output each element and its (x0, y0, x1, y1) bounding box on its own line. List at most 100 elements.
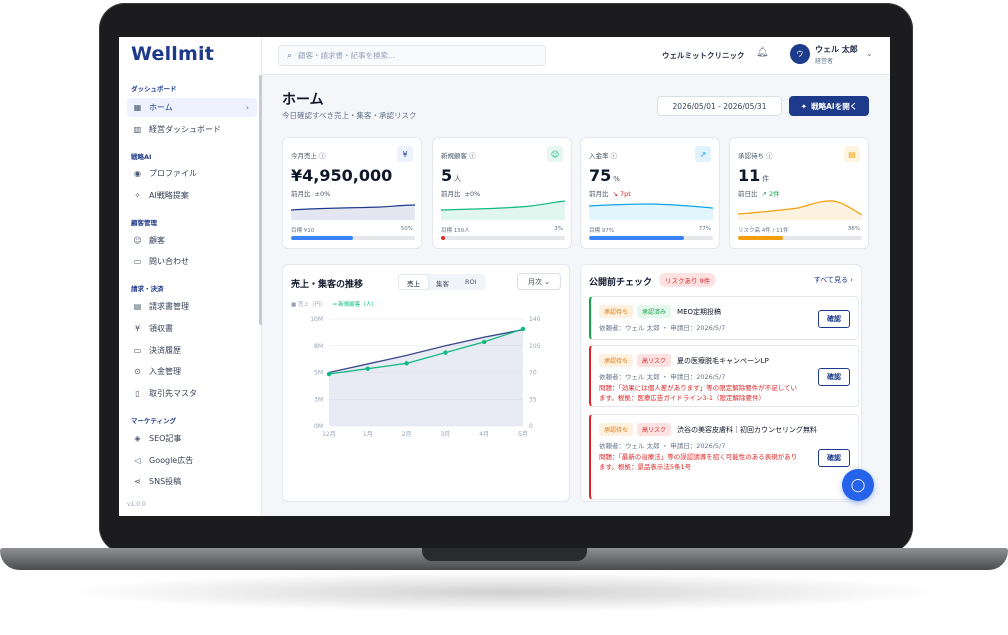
chevron-down-icon[interactable]: ⌄ (866, 49, 873, 58)
y-left-tick-label: 5M (314, 370, 323, 377)
kpi-progress-bar (441, 236, 565, 240)
trend-up-icon: ↗ (695, 146, 711, 162)
sidebar-item-seo[interactable]: ◈ SEO記事 (127, 429, 257, 448)
kpi-percent: 77% (698, 226, 711, 232)
sidebar-item-exec-dashboard[interactable]: ▥ 経営ダッシュボード (127, 120, 257, 139)
kpi-card[interactable]: 新規顧客 ⓘ ☺ 5人 前月比 ±0% 目標 150人 3% (432, 137, 572, 249)
tab-roi[interactable]: ROI (457, 275, 485, 289)
sidebar-item-google-ads[interactable]: ◁ Google広告 (127, 451, 257, 470)
section-ai: 戦略AI (131, 153, 152, 161)
page-title: ホーム (282, 92, 324, 108)
search-placeholder: 顧客・請求書・記事を検索… (298, 51, 396, 60)
sidebar-item-customers[interactable]: ☺ 顧客 (127, 231, 257, 250)
confirm-button[interactable]: 確認 (818, 368, 850, 386)
open-ai-button[interactable]: ✦ 戦略AIを開く (789, 96, 869, 116)
sidebar-item-payment-history[interactable]: ▭ 決済履歴 (127, 341, 257, 360)
kpi-card[interactable]: 入金率 ⓘ ↗ 75% 前月比 ↘ 7pt 目標 97% 77% (580, 137, 720, 249)
kpi-goal: リスク高 4件 / 11件 (738, 228, 789, 234)
sidebar-item-sns[interactable]: ⋖ SNS投稿 (127, 472, 257, 491)
tab-customers[interactable]: 集客 (428, 275, 457, 289)
customers-point (443, 350, 448, 355)
review-item[interactable]: 承認待ち 高リスク 渋谷の美容皮膚科｜初回カウンセリング無料 依頼者：ウェル 太郎 … (589, 414, 859, 500)
x-tick-label: 3月 (440, 431, 450, 438)
review-item[interactable]: 承認待ち 高リスク 夏の医療脱毛キャンペーンLP 依頼者：ウェル 太郎 ・ 申請日：… (589, 345, 859, 407)
review-item-meta: 依頼者：ウェル 太郎 ・ 申請日：2026/5/7 (599, 373, 726, 381)
kpi-value: 75% (589, 166, 620, 185)
y-right-tick-label: 70 (529, 370, 537, 377)
user-name[interactable]: ウェル 太郎 (815, 44, 858, 55)
section-customer: 顧客管理 (131, 219, 157, 227)
status-badge: 承認待ち (599, 423, 634, 436)
logo[interactable]: Wellmit (131, 43, 214, 65)
legend-customers: ━ 新規顧客（人） (333, 302, 377, 308)
sidebar-item-label: 領収書 (149, 324, 173, 333)
chat-button[interactable]: ◯ (842, 469, 874, 501)
y-right-tick-label: 105 (529, 343, 541, 350)
view-all-link[interactable]: すべて見る › (814, 275, 853, 285)
sidebar-item-label: ホーム (149, 103, 173, 112)
confirm-button[interactable]: 確認 (818, 449, 850, 467)
kpi-label: 入金率 ⓘ (589, 152, 618, 160)
chart-legend: ■ 売上（円） ━ 新規顧客（人） (291, 300, 377, 308)
kpi-card[interactable]: 承認待ち ⓘ ▤ 11 件 前日比 ↗ 2件 リスク高 4件 / 11件 36% (729, 137, 869, 249)
sidebar-item-deposits[interactable]: ⊙ 入金管理 (127, 362, 257, 381)
y-right-tick-label: 140 (529, 316, 541, 323)
y-right-tick-label: 0 (529, 423, 533, 430)
sidebar-item-label: SEO記事 (149, 434, 182, 443)
deposit-icon: ⊙ (134, 367, 141, 376)
search-icon: ⌕ (287, 50, 293, 61)
review-tags: 承認待ち 高リスク 夏の医療脱毛キャンペーンLP (599, 354, 769, 367)
sales-trend-chart: 10M 140 8M 105 5M 70 3M 35 0M 0 12月 1月 2月 3月 4月 5月 (310, 316, 541, 438)
kpi-label: 新規顧客 ⓘ (441, 152, 476, 160)
x-tick-label: 1月 (363, 431, 373, 438)
review-item[interactable]: 承認待ち 承認済み MEO定期投稿 依頼者：ウェル 太郎 ・ 申請日：2026/5/… (589, 296, 859, 340)
sidebar-item-inquiries[interactable]: ▭ 問い合わせ (127, 252, 257, 271)
open-ai-label: 戦略AIを開く (811, 101, 858, 111)
sidebar-item-invoices[interactable]: ▤ 請求書管理 (127, 297, 257, 316)
sales-trend-card: 売上・集客の推移 売上 集客 ROI 月次 ⌄ ■ 売上（円） ━ 新規顧客（人… (282, 264, 570, 502)
search-input[interactable]: ⌕ 顧客・請求書・記事を検索… (278, 45, 546, 66)
bell-icon[interactable]: 🔔︎ (756, 47, 769, 58)
date-range-picker[interactable]: 2026/05/01 - 2026/05/31 (657, 96, 782, 116)
clinic-name[interactable]: ウェルミットクリニック (662, 50, 745, 61)
legend-sales: ■ 売上（円） (291, 302, 326, 308)
chart-tabs: 売上 集客 ROI (398, 274, 486, 290)
review-item-warning: 問題：「最新の治療法」等の誤認誘導を招く可能性のある表現があります。根拠：景品表… (599, 453, 798, 471)
chart-title: 売上・集客の推移 (291, 280, 364, 290)
card-icon: ▭ (133, 346, 142, 355)
sidebar-item-label: Google広告 (149, 456, 194, 465)
sidebar-item-label: プロファイル (149, 169, 197, 178)
sidebar-item-label: 顧客 (149, 236, 165, 245)
clipboard-icon: ▤ (844, 146, 860, 162)
sidebar-scrollbar[interactable] (259, 75, 262, 325)
sparkle-icon: ✦ (800, 101, 808, 111)
sidebar-item-ai-proposal[interactable]: ✧ AI戦略提案 (127, 186, 257, 205)
kpi-card[interactable]: 今月売上 ⓘ ¥ ¥4,950,000 前月比 ±0% 目標 ¥10 50% (282, 137, 422, 249)
review-title: 公開前チェック (589, 278, 653, 288)
tab-sales[interactable]: 売上 (399, 275, 428, 289)
sidebar-item-label: 取引先マスタ (149, 389, 197, 398)
x-tick-label: 2月 (402, 431, 412, 438)
sidebar-item-home[interactable]: ▦ ホーム › (127, 98, 257, 117)
customers-point (404, 361, 409, 366)
confirm-button[interactable]: 確認 (818, 310, 850, 328)
period-select[interactable]: 月次 ⌄ (517, 273, 561, 290)
review-tags: 承認待ち 承認済み MEO定期投稿 (599, 305, 721, 318)
kpi-sparkline (589, 203, 713, 220)
kpi-goal: 目標 ¥10 (291, 228, 315, 234)
app-screen: Wellmit ダッシュボード ▦ ホーム › ▥ 経営ダッシュボード 戦略AI… (119, 37, 890, 516)
receipt-icon: ¥ (134, 324, 141, 333)
kpi-sparkline (441, 200, 565, 220)
sidebar-item-profile[interactable]: ◉ プロファイル (127, 164, 257, 183)
sidebar-item-receipts[interactable]: ¥ 領収書 (127, 319, 257, 338)
sidebar-item-partners[interactable]: ▯ 取引先マスタ (127, 384, 257, 403)
page-subtitle: 今日確認すべき売上・集客・承認リスク (282, 111, 417, 120)
y-left-tick-label: 0M (314, 423, 323, 430)
kpi-sparkline (291, 204, 415, 220)
review-item-title: 渋谷の美容皮膚科｜初回カウンセリング無料 (677, 425, 818, 434)
avatar[interactable]: ウ (790, 44, 810, 64)
kpi-progress-bar (738, 236, 862, 240)
book-icon: ▯ (135, 389, 140, 398)
laptop-shadow (60, 572, 950, 612)
sidebar-item-label: SNS投稿 (149, 477, 182, 486)
